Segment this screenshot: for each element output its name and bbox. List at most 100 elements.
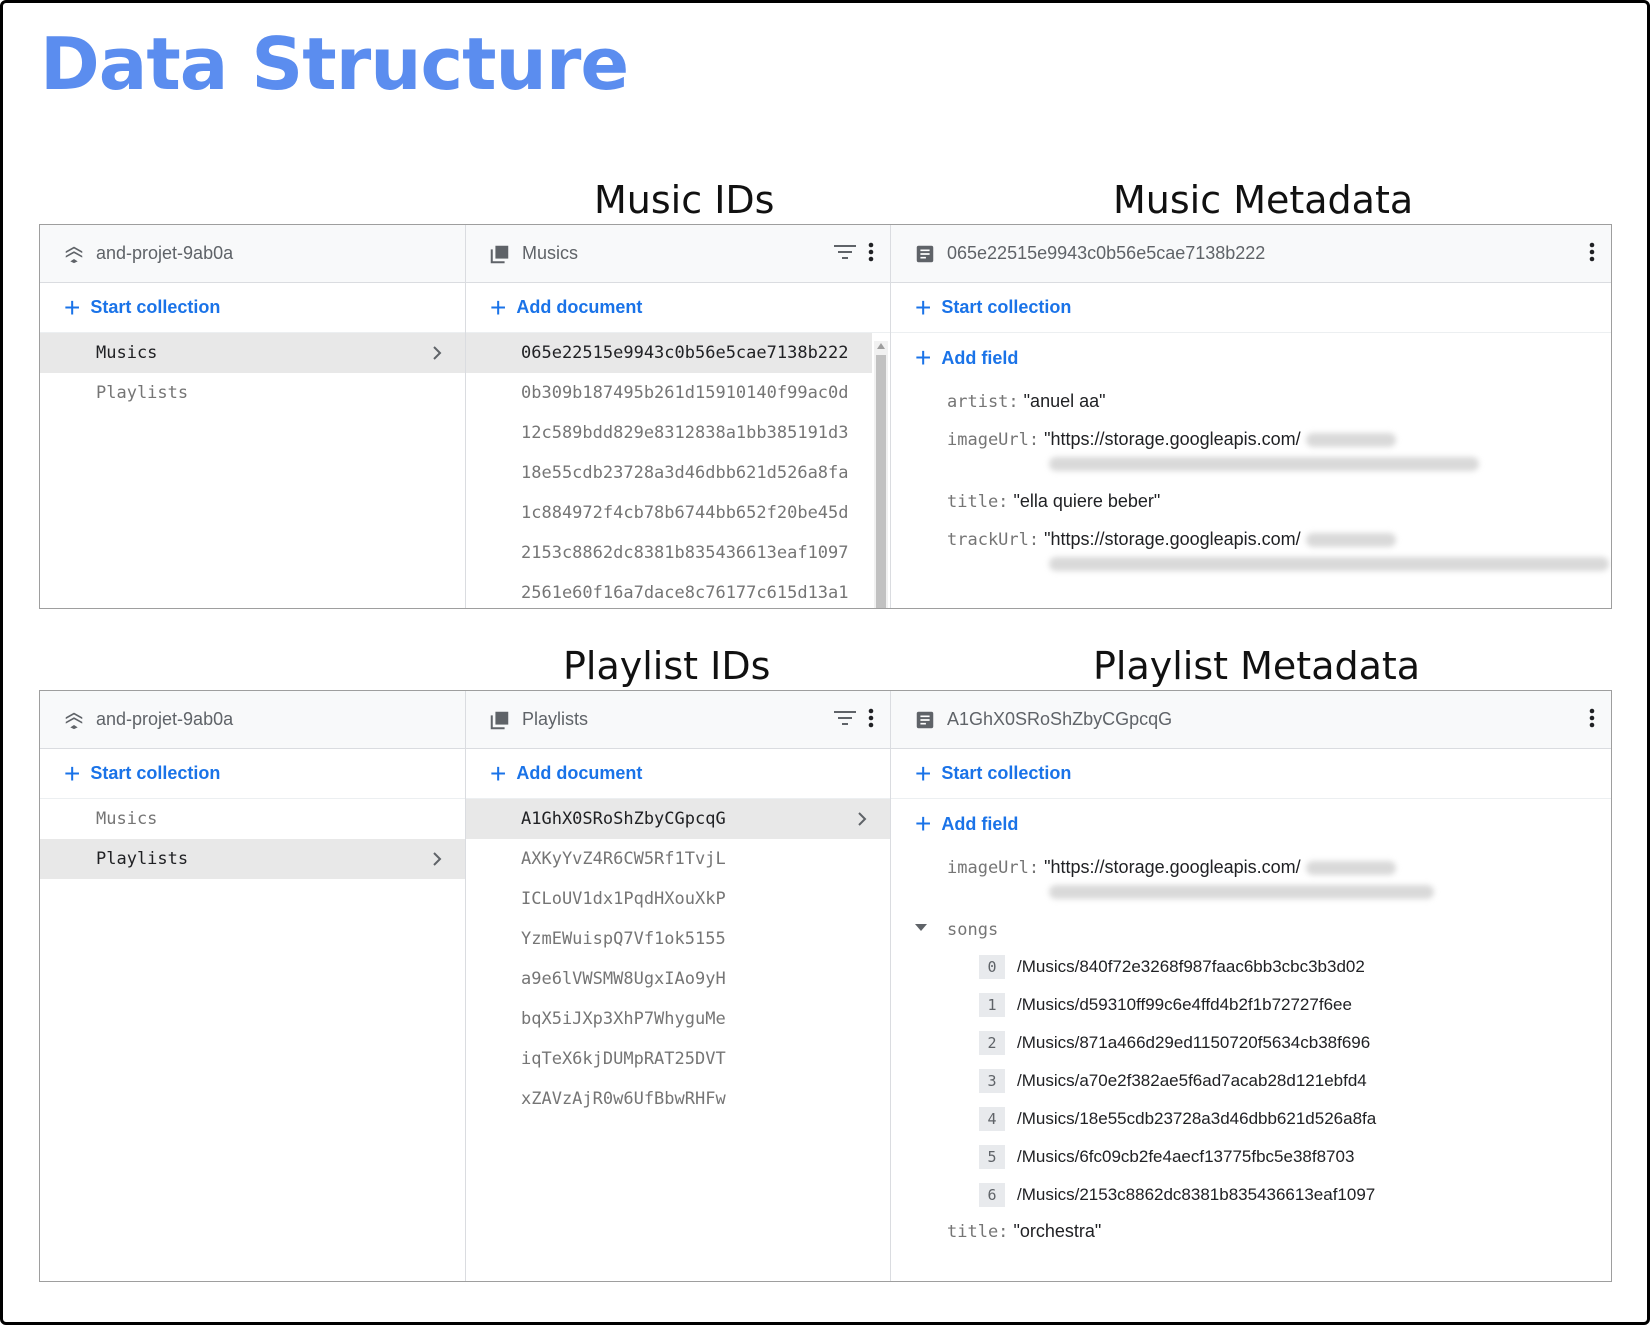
plus-icon: + (490, 291, 507, 323)
document-item[interactable]: a9e6lVWSMW8UgxIAo9yH (466, 959, 890, 999)
redacted-text (1049, 885, 1434, 900)
document-id: A1GhX0SRoShZbyCGpcqG (947, 709, 1173, 729)
root-header: and-projet-9ab0a (40, 225, 465, 283)
collection-item-musics[interactable]: Musics (40, 799, 465, 839)
document-item[interactable]: 2561e60f16a7dace8c76177c615d13a1 (466, 573, 872, 608)
document-item[interactable]: 065e22515e9943c0b56e5cae7138b222 (466, 333, 872, 373)
redacted-text (1305, 861, 1396, 876)
page-title: Data Structure (40, 22, 629, 106)
add-field-button[interactable]: + Add field (891, 799, 1611, 849)
document-item[interactable]: 0b309b187495b261d15910140f99ac0d (466, 373, 872, 413)
field-imageurl[interactable]: imageUrl: "https://storage.googleapis.co… (947, 429, 1396, 450)
field-imageurl-continued (1049, 453, 1479, 474)
document-item[interactable]: 12c589bdd829e8312838a1bb385191d3 (466, 413, 872, 453)
plus-icon: + (64, 757, 81, 789)
collection-item-musics[interactable]: Musics (40, 333, 465, 373)
scrollbar-thumb[interactable] (876, 355, 886, 608)
playlists-firestore-panel: and-projet-9ab0a + Start collection Musi… (39, 690, 1612, 1282)
chevron-right-icon (852, 809, 872, 829)
song-entry[interactable]: 4 /Musics/18e55cdb23728a3d46dbb621d526a8… (979, 1107, 1376, 1131)
field-songs[interactable]: songs (947, 919, 998, 940)
start-collection-button[interactable]: + Start collection (40, 283, 465, 333)
add-field-button[interactable]: + Add field (891, 333, 1611, 383)
field-title[interactable]: title: "ella quiere beber" (947, 491, 1160, 512)
root-column: and-projet-9ab0a + Start collection Musi… (40, 225, 465, 608)
song-entry[interactable]: 5 /Musics/6fc09cb2fe4aecf13775fbc5e38f87… (979, 1145, 1354, 1169)
more-vert-icon[interactable] (866, 241, 876, 268)
document-item[interactable]: YzmEWuispQ7Vf1ok5155 (466, 919, 890, 959)
song-entry[interactable]: 6 /Musics/2153c8862dc8381b835436613eaf10… (979, 1183, 1375, 1207)
document-header: A1GhX0SRoShZbyCGpcqG (891, 691, 1611, 749)
collection-name: Playlists (522, 709, 589, 729)
musics-firestore-panel: and-projet-9ab0a + Start collection Musi… (39, 224, 1612, 609)
document-header: 065e22515e9943c0b56e5cae7138b222 (891, 225, 1611, 283)
document-item[interactable]: 1c884972f4cb78b6744bb652f20be45d (466, 493, 872, 533)
firestore-icon (62, 242, 86, 266)
collection-header: Playlists (466, 691, 890, 749)
document-item[interactable]: xZAVzAjR0w6UfBbwRHFw (466, 1079, 890, 1119)
collection-list: Musics Playlists (40, 333, 465, 413)
document-column: A1GhX0SRoShZbyCGpcqG + Start collection … (890, 691, 1611, 1281)
collection-header: Musics (466, 225, 890, 283)
document-item[interactable]: ICLoUV1dx1PqdHXouXkP (466, 879, 890, 919)
plus-icon: + (490, 757, 507, 789)
document-item[interactable]: bqX5iJXp3XhP7WhyguMe (466, 999, 890, 1039)
field-imageurl[interactable]: imageUrl: "https://storage.googleapis.co… (947, 857, 1396, 878)
document-id: 065e22515e9943c0b56e5cae7138b222 (947, 243, 1266, 263)
field-trackurl[interactable]: trackUrl: "https://storage.googleapis.co… (947, 529, 1396, 550)
start-collection-button[interactable]: + Start collection (40, 749, 465, 799)
document-item[interactable]: iqTeX6kjDUMpRAT25DVT (466, 1039, 890, 1079)
song-entry[interactable]: 2 /Musics/871a466d29ed1150720f5634cb38f6… (979, 1031, 1370, 1055)
plus-icon: + (915, 291, 932, 323)
music-ids-label: Music IDs (594, 178, 775, 222)
playlist-ids-label: Playlist IDs (563, 644, 771, 688)
start-collection-button[interactable]: + Start collection (891, 749, 1611, 799)
project-name: and-projet-9ab0a (96, 709, 234, 729)
song-entry[interactable]: 3 /Musics/a70e2f382ae5f6ad7acab28d121ebf… (979, 1069, 1367, 1093)
collapse-arrow-icon[interactable] (915, 924, 927, 931)
document-column: 065e22515e9943c0b56e5cae7138b222 + Start… (890, 225, 1611, 608)
collection-item-playlists[interactable]: Playlists (40, 839, 465, 879)
document-list-scrollbar[interactable] (874, 341, 888, 608)
filter-icon[interactable] (832, 707, 858, 734)
collection-name: Musics (522, 243, 579, 263)
collection-list: Musics Playlists (40, 799, 465, 879)
document-item[interactable]: 18e55cdb23728a3d46dbb621d526a8fa (466, 453, 872, 493)
plus-icon: + (64, 291, 81, 323)
collection-column: Musics + Add document 065e22515e9943c0b5… (465, 225, 890, 608)
more-vert-icon[interactable] (1587, 707, 1597, 734)
document-list: 065e22515e9943c0b56e5cae7138b222 0b309b1… (466, 333, 890, 608)
filter-icon[interactable] (832, 241, 858, 268)
plus-icon: + (915, 342, 932, 373)
redacted-text (1049, 557, 1609, 572)
root-column: and-projet-9ab0a + Start collection Musi… (40, 691, 465, 1281)
collection-item-playlists[interactable]: Playlists (40, 373, 465, 413)
start-collection-button[interactable]: + Start collection (891, 283, 1611, 333)
redacted-text (1305, 533, 1396, 548)
plus-icon: + (915, 808, 932, 839)
firestore-icon (62, 708, 86, 732)
scroll-up-icon[interactable] (877, 343, 885, 349)
redacted-text (1305, 433, 1396, 448)
document-item[interactable]: AXKyYvZ4R6CW5Rf1TvjL (466, 839, 890, 879)
field-trackurl-continued (1049, 553, 1609, 574)
music-metadata-label: Music Metadata (1113, 178, 1414, 222)
field-title[interactable]: title: "orchestra" (947, 1221, 1101, 1242)
collection-icon (488, 708, 512, 732)
document-list: A1GhX0SRoShZbyCGpcqG AXKyYvZ4R6CW5Rf1Tvj… (466, 799, 890, 1119)
more-vert-icon[interactable] (1587, 241, 1597, 268)
redacted-text (1049, 457, 1479, 472)
more-vert-icon[interactable] (866, 707, 876, 734)
field-artist[interactable]: artist: "anuel aa" (947, 391, 1106, 412)
add-document-button[interactable]: + Add document (466, 283, 890, 333)
plus-icon: + (915, 757, 932, 789)
document-icon (913, 242, 937, 266)
add-document-button[interactable]: + Add document (466, 749, 890, 799)
song-entry[interactable]: 0 /Musics/840f72e3268f987faac6bb3cbc3b3d… (979, 955, 1365, 979)
chevron-right-icon (427, 849, 447, 869)
document-item[interactable]: A1GhX0SRoShZbyCGpcqG (466, 799, 890, 839)
collection-column: Playlists + Add document A1GhX0SRoShZbyC… (465, 691, 890, 1281)
collection-icon (488, 242, 512, 266)
document-item[interactable]: 2153c8862dc8381b835436613eaf1097 (466, 533, 872, 573)
song-entry[interactable]: 1 /Musics/d59310ff99c6e4ffd4b2f1b72727f6… (979, 993, 1352, 1017)
